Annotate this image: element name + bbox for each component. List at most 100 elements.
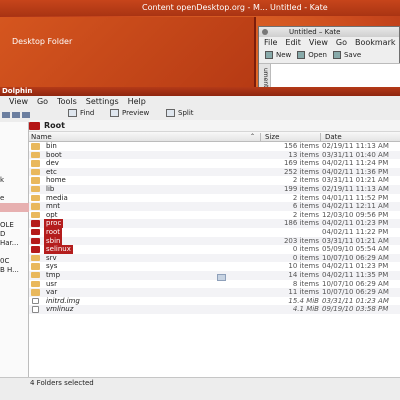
places-panel: k e OLE D Har... 0C B H... [0,122,29,377]
dolphin-titlebar[interactable]: Dolphin [0,87,400,96]
kate-menubar: File Edit View Go Bookmark [259,37,399,48]
breadcrumb-root[interactable]: Root [44,121,65,130]
root-folder-icon [29,121,40,130]
file-date: 03/31/11 01:40 AM [322,150,389,159]
kate-menu-edit[interactable]: Edit [285,37,301,48]
preview-button[interactable]: Preview [110,109,149,117]
file-size: 203 items [283,236,319,245]
column-divider[interactable] [260,133,261,141]
folder-icon [31,177,40,184]
file-date: 04/01/11 11:52 PM [322,193,389,202]
columns-view-icon[interactable] [22,112,30,118]
file-name: home [46,176,66,185]
file-row[interactable]: sbin 203 items 03/31/11 01:21 AM [29,236,400,246]
file-name: usr [46,279,57,288]
places-item[interactable]: D [0,230,5,239]
kate-save-button[interactable]: Save [332,51,361,59]
places-item[interactable]: OLE [0,221,14,230]
view-mode-buttons[interactable] [2,112,32,119]
folder-icon [31,289,40,296]
column-date[interactable]: Date [325,132,342,142]
file-row[interactable]: boot 13 items 03/31/11 01:40 AM [29,150,400,160]
sort-chevron-icon[interactable]: ⌃ [250,132,255,142]
file-row[interactable]: opt 2 items 12/03/10 09:56 PM [29,211,400,220]
file-row[interactable]: selinux 0 items 05/09/10 05:54 AM [29,245,400,254]
preview-label: Preview [122,109,150,117]
file-name: bin [46,142,57,150]
menu-view[interactable]: View [9,96,28,108]
kate-menu-view[interactable]: View [309,37,328,48]
drag-cursor-icon [217,274,226,281]
file-date: 03/31/11 01:21 AM [322,236,389,245]
file-row[interactable]: sys 10 items 04/02/11 01:23 PM [29,262,400,271]
folder-icon [31,271,40,279]
file-date: 05/09/10 05:54 AM [322,245,389,254]
places-item[interactable]: B H... [0,266,19,275]
split-icon [166,109,175,117]
file-row[interactable]: vmlinuz 4.1 MiB 09/19/10 03:58 PM [29,305,400,314]
file-link-icon [32,306,39,313]
kate-titlebar[interactable]: Untitled – Kate [259,27,399,37]
places-item[interactable]: Har... [0,239,18,248]
column-name[interactable]: Name [31,132,52,142]
file-size: 0 items [292,253,319,262]
file-row[interactable]: root 04/02/11 11:22 PM [29,227,400,237]
file-row[interactable]: media 2 items 04/01/11 11:52 PM [29,194,400,203]
file-date: 04/02/11 11:36 PM [322,167,389,176]
folder-icon [31,185,40,193]
file-row[interactable]: initrd.img 15.4 MiB 03/31/11 01:23 AM [29,297,400,306]
column-size[interactable]: Size [265,132,279,142]
file-name: initrd.img [46,296,80,305]
icons-view-icon[interactable] [2,112,10,118]
find-button[interactable]: Find [68,109,94,117]
file-name: tmp [46,270,61,279]
kate-menu-file[interactable]: File [264,37,277,48]
menu-tools[interactable]: Tools [57,96,77,108]
taskbar-title: Content openDesktop.org - M... Untitled … [142,3,328,12]
details-view-icon[interactable] [12,112,20,118]
kate-new-button[interactable]: New [265,51,291,59]
file-row[interactable]: mnt 6 items 04/02/11 12:11 AM [29,202,400,211]
places-item-selected[interactable] [0,203,29,212]
file-view[interactable]: Root Name ⌃ Size Date bin 156 items 02/19/… [29,120,400,378]
file-name: etc [46,167,57,176]
kate-menu-bookmarks[interactable]: Bookmark [355,37,396,48]
column-divider[interactable] [320,133,321,141]
file-row[interactable]: tmp 14 items 04/02/11 11:35 PM [29,270,400,280]
file-size: 14 items [288,270,319,279]
places-item[interactable]: e [0,194,4,203]
places-item[interactable]: k [0,176,4,185]
menu-settings[interactable]: Settings [86,96,119,108]
folder-icon [31,211,40,219]
kate-open-button[interactable]: Open [297,51,327,59]
folder-icon [31,280,40,287]
kate-editor-area[interactable]: uments [259,63,400,91]
file-row[interactable]: usr 8 items 10/07/10 06:29 AM [29,280,400,289]
file-row[interactable]: bin 156 items 02/19/11 11:13 AM [29,142,400,151]
file-row[interactable]: dev 169 items 04/02/11 11:24 PM [29,159,400,168]
file-row[interactable]: srv 0 items 10/07/10 06:29 AM [29,253,400,263]
menu-help[interactable]: Help [128,96,146,108]
menu-go[interactable]: Go [37,96,48,108]
split-button[interactable]: Split [166,109,194,117]
file-name: opt [46,210,58,219]
breadcrumb[interactable]: Root [29,120,400,132]
kate-window[interactable]: Untitled – Kate File Edit View Go Bookma… [258,26,400,91]
file-date: 03/31/11 01:21 AM [322,176,389,185]
open-folder-icon [297,51,306,59]
file-name: mnt [46,202,60,211]
preview-icon [110,109,119,117]
file-name: sys [46,262,58,271]
places-item[interactable]: 0C [0,257,9,266]
file-row[interactable]: etc 252 items 04/02/11 11:36 PM [29,167,400,177]
file-row[interactable]: var 11 items 10/07/10 06:29 AM [29,288,400,297]
file-size: 15.4 MiB [288,296,319,305]
dolphin-window[interactable]: Dolphin View Go Tools Settings Help Find… [0,87,400,400]
desktop-folder-widget[interactable]: Desktop Folder [0,17,256,89]
file-row[interactable]: proc 186 items 04/02/11 01:23 PM [29,219,400,228]
file-row[interactable]: lib 199 items 02/19/11 11:13 AM [29,184,400,194]
file-size: 13 items [288,150,319,159]
file-row[interactable]: home 2 items 03/31/11 01:21 AM [29,176,400,185]
kate-menu-go[interactable]: Go [336,37,347,48]
file-name: lib [46,184,55,193]
